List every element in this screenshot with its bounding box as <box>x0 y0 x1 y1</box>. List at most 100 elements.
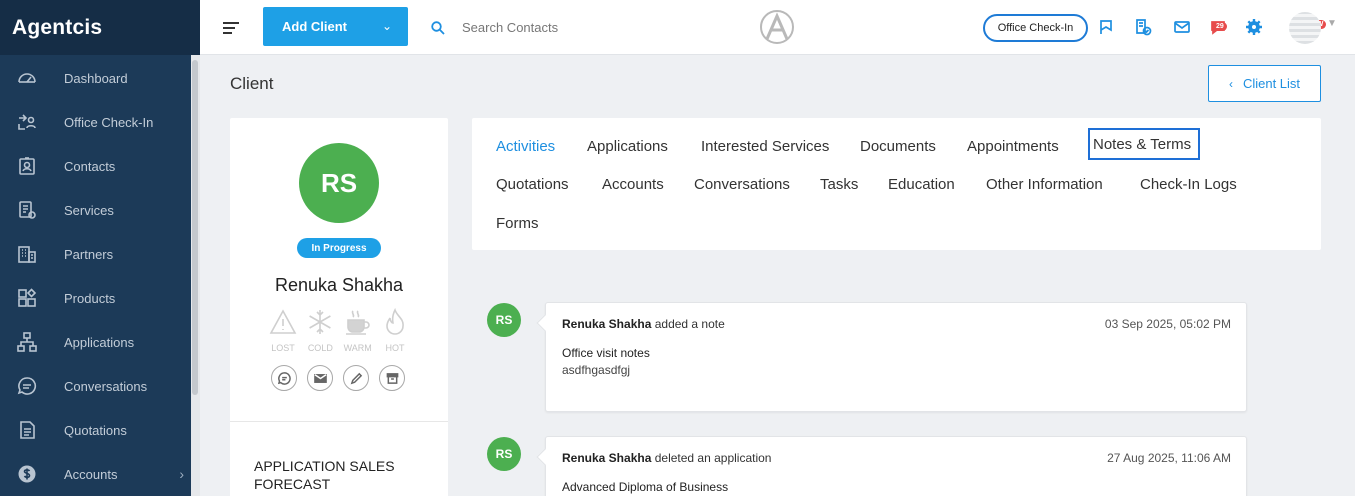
activity-actor[interactable]: Renuka Shakha <box>562 317 651 331</box>
client-list-button[interactable]: ‹ Client List <box>1208 65 1321 102</box>
company-logo-icon <box>760 10 794 44</box>
client-avatar: RS <box>299 143 379 223</box>
sidebar-item-dashboard[interactable]: Dashboard <box>0 56 200 100</box>
building-icon <box>16 243 38 265</box>
chat-icon <box>277 371 291 385</box>
rating-hot[interactable]: HOT <box>379 307 411 353</box>
activity-header: Renuka Shakha deleted an application <box>562 451 771 465</box>
activity-item: Renuka Shakha deleted an application 27 … <box>536 436 1247 496</box>
chevron-down-icon[interactable]: ⌄ <box>382 19 392 33</box>
warning-icon <box>269 309 297 334</box>
dollar-icon <box>16 463 38 485</box>
notification-flag-icon[interactable] <box>1097 18 1117 38</box>
message-count-badge: 29 <box>1213 22 1227 31</box>
rating-label: COLD <box>307 343 333 353</box>
mail-icon <box>313 373 327 383</box>
tab-conversations[interactable]: Conversations <box>694 176 790 193</box>
profile-actions <box>271 365 405 391</box>
tab-quotations[interactable]: Quotations <box>496 176 569 193</box>
sidebar-item-products[interactable]: Products <box>0 276 200 320</box>
office-check-in-button[interactable]: Office Check-In <box>983 14 1088 42</box>
gear-icon[interactable] <box>1245 18 1265 38</box>
tab-forms[interactable]: Forms <box>496 215 539 232</box>
activity-pointer <box>536 314 554 332</box>
rating-temperature: LOST COLD WARM HOT <box>267 307 411 353</box>
contact-badge-icon <box>16 155 38 177</box>
activity-action: deleted an application <box>654 451 772 465</box>
edit-button[interactable] <box>343 365 369 391</box>
fire-icon <box>386 307 404 335</box>
chevron-down-icon[interactable]: ▼ <box>1327 18 1337 29</box>
hamburger-menu-icon[interactable] <box>223 22 239 34</box>
activity-time: 03 Sep 2025, 05:02 PM <box>1104 317 1231 331</box>
tab-documents[interactable]: Documents <box>860 138 936 155</box>
page-title: Client <box>230 74 274 93</box>
activity-item: Renuka Shakha added a note 03 Sep 2025, … <box>536 302 1247 412</box>
sidebar-item-accounts[interactable]: Accounts › <box>0 452 200 496</box>
divider <box>230 421 448 422</box>
tab-education[interactable]: Education <box>888 176 955 193</box>
activity-actor[interactable]: Renuka Shakha <box>562 451 651 465</box>
tab-tasks[interactable]: Tasks <box>820 176 858 193</box>
applications-icon <box>16 331 38 353</box>
tab-applications[interactable]: Applications <box>587 138 668 155</box>
sidebar-item-label: Quotations <box>64 422 127 438</box>
sidebar-item-services[interactable]: Services <box>0 188 200 232</box>
activity-avatar: RS <box>487 437 521 471</box>
snowflake-icon <box>309 310 332 334</box>
sidebar-scrollbar[interactable] <box>192 60 198 395</box>
sidebar-item-contacts[interactable]: Contacts <box>0 144 200 188</box>
brand-logo[interactable]: Agentcis <box>0 0 200 55</box>
sidebar-item-quotations[interactable]: Quotations <box>0 408 200 452</box>
activity-avatar: RS <box>487 303 521 337</box>
tab-check-in-logs[interactable]: Check-In Logs <box>1140 176 1237 193</box>
search-input[interactable] <box>462 16 662 38</box>
forecast-heading: APPLICATION SALES FORECAST <box>254 458 395 492</box>
sidebar-nav: Dashboard Office Check-In Contacts Servi… <box>0 55 200 496</box>
sidebar-item-office-check-in[interactable]: Office Check-In <box>0 100 200 144</box>
add-client-button[interactable]: Add Client ⌄ <box>263 7 408 46</box>
chevron-right-icon: › <box>179 466 184 482</box>
sidebar-item-partners[interactable]: Partners <box>0 232 200 276</box>
tabs-card: Activities Applications Interested Servi… <box>472 118 1321 250</box>
sidebar-item-applications[interactable]: Applications <box>0 320 200 364</box>
rating-warm[interactable]: WARM <box>342 308 374 353</box>
client-list-label: Client List <box>1242 76 1301 91</box>
email-button[interactable] <box>307 365 333 391</box>
document-icon <box>16 419 38 441</box>
rating-cold[interactable]: COLD <box>304 308 336 353</box>
sidebar-item-label: Products <box>64 290 116 306</box>
tab-accounts[interactable]: Accounts <box>602 176 664 193</box>
message-button[interactable] <box>271 365 297 391</box>
rating-label: HOT <box>385 343 405 353</box>
sidebar-item-label: Contacts <box>64 158 116 174</box>
client-profile-card: RS In Progress Renuka Shakha LOST COLD W… <box>230 118 448 496</box>
activity-action: added a note <box>654 317 725 331</box>
sidebar-item-label: Applications <box>64 334 135 350</box>
chat-icon <box>16 375 38 397</box>
status-badge: In Progress <box>297 238 381 258</box>
tab-activities[interactable]: Activities <box>496 138 555 155</box>
activity-header: Renuka Shakha added a note <box>562 317 725 331</box>
services-icon <box>16 199 38 221</box>
sidebar-item-conversations[interactable]: Conversations <box>0 364 200 408</box>
rating-lost[interactable]: LOST <box>267 308 299 353</box>
top-bar: Add Client ⌄ Office Check-In NEW 29 ▼ <box>200 0 1355 55</box>
activity-pointer <box>536 448 554 466</box>
tab-notes-terms[interactable]: Notes & Terms <box>1088 128 1201 160</box>
archive-button[interactable] <box>379 365 405 391</box>
user-avatar[interactable] <box>1289 12 1321 44</box>
tasks-icon[interactable] <box>1134 18 1154 38</box>
check-in-icon <box>16 111 38 133</box>
gauge-icon <box>16 67 38 89</box>
mail-icon[interactable] <box>1173 18 1193 38</box>
search-icon[interactable] <box>431 21 445 35</box>
sidebar-item-label: Conversations <box>64 378 148 394</box>
tab-appointments[interactable]: Appointments <box>967 138 1059 155</box>
tab-interested-services[interactable]: Interested Services <box>701 138 829 155</box>
sidebar-item-label: Partners <box>64 246 114 262</box>
sidebar-item-label: Accounts <box>64 466 118 482</box>
tab-other-information[interactable]: Other Information <box>986 176 1103 193</box>
client-name: Renuka Shakha <box>274 275 404 295</box>
archive-icon <box>386 372 398 384</box>
